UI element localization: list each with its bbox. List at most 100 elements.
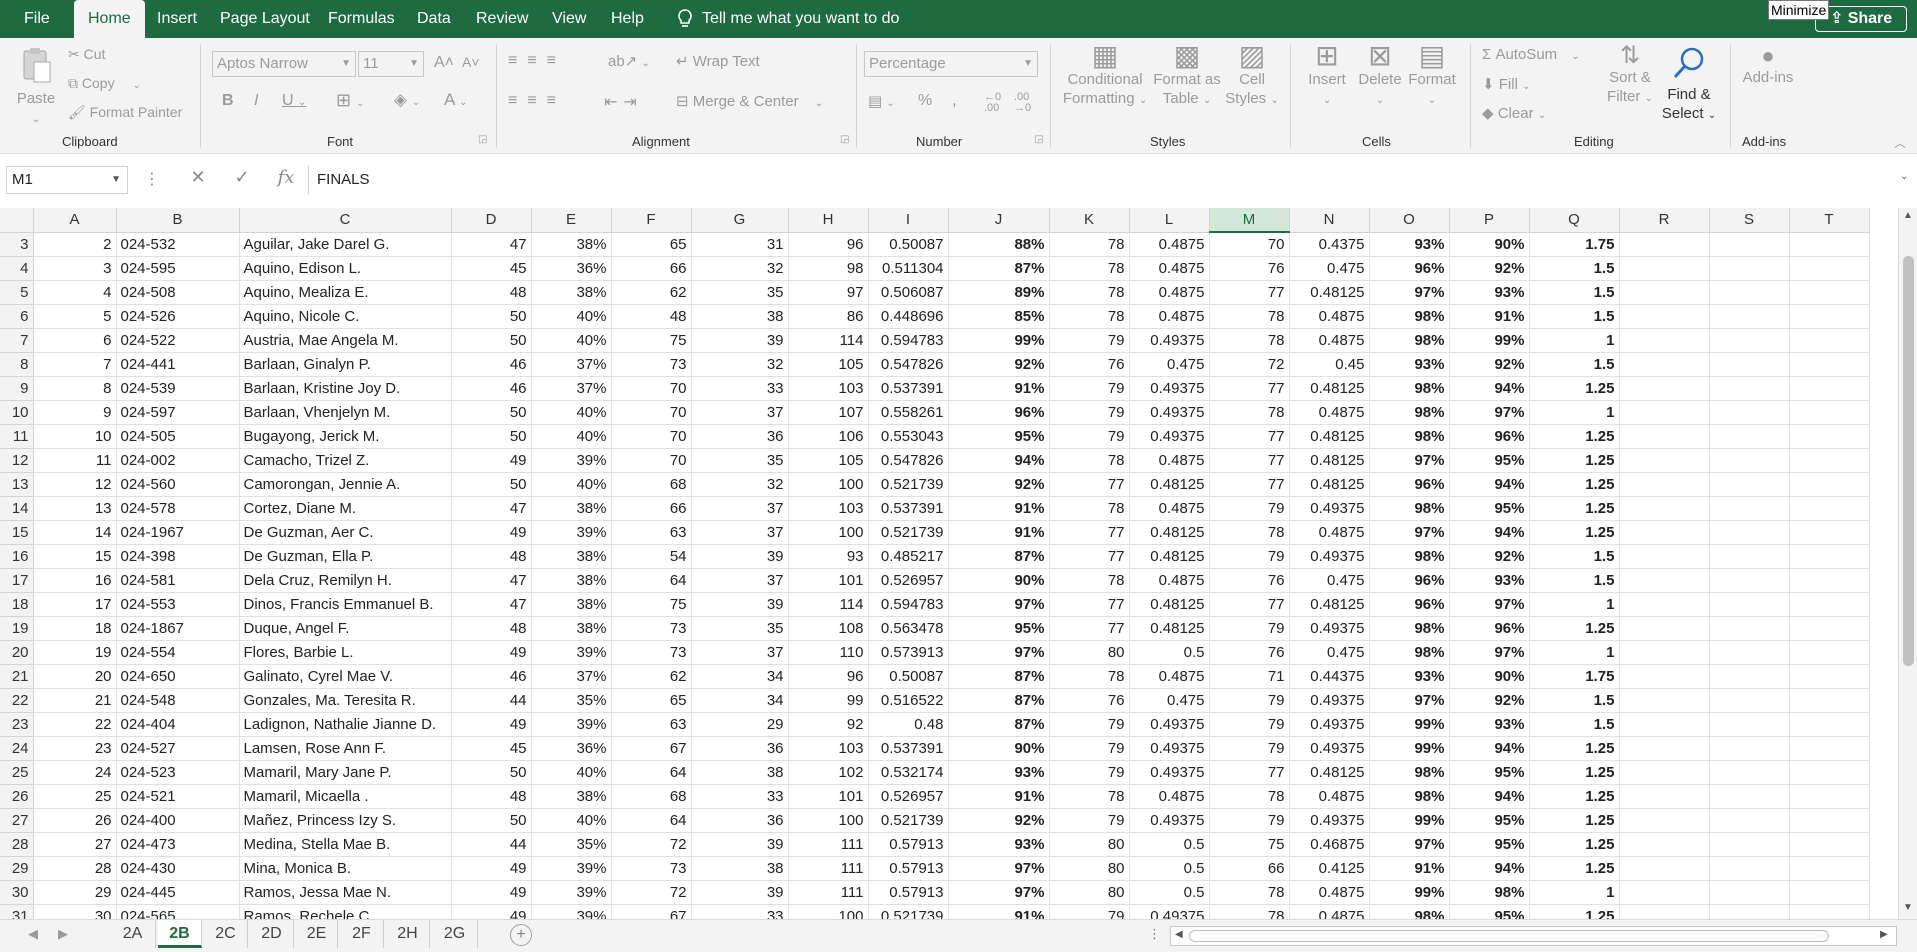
name-box[interactable]: M1 ▼ (6, 166, 128, 194)
row-header[interactable]: 17 (0, 568, 34, 593)
cell[interactable]: 70 (611, 448, 692, 473)
cell[interactable]: 32 (691, 256, 789, 281)
cell[interactable]: 114 (788, 328, 869, 353)
cell[interactable]: 11 (33, 448, 117, 473)
cell[interactable]: 0.4875 (1289, 328, 1370, 353)
column-header-a[interactable]: A (33, 208, 117, 233)
row-header[interactable]: 15 (0, 520, 34, 545)
cell[interactable]: 79 (1049, 424, 1130, 449)
cell[interactable]: 0.4875 (1129, 568, 1210, 593)
menu-data[interactable]: Data (417, 0, 451, 38)
cell[interactable]: 0.48125 (1129, 544, 1210, 569)
cell[interactable]: 33 (691, 784, 789, 809)
column-header-q[interactable]: Q (1529, 208, 1620, 233)
font-color-button[interactable]: A ⌄ (444, 90, 468, 110)
cell[interactable] (1619, 784, 1710, 809)
cell[interactable]: Mamaril, Mary Jane P. (239, 760, 452, 785)
cell[interactable]: 0.475 (1129, 688, 1210, 713)
cell[interactable]: 1.25 (1529, 616, 1620, 641)
cell[interactable]: 49 (451, 640, 532, 665)
row-header[interactable]: 30 (0, 880, 34, 905)
cell[interactable]: 024-505 (116, 424, 240, 449)
cell[interactable]: 0.48125 (1289, 280, 1370, 305)
cell[interactable] (1709, 640, 1790, 665)
cell[interactable]: 38 (691, 304, 789, 329)
autosum-button[interactable]: Σ AutoSum ⌄ (1482, 46, 1580, 63)
cell[interactable] (1789, 400, 1870, 425)
cell[interactable] (1619, 880, 1710, 905)
cell[interactable]: 77 (1209, 760, 1290, 785)
cell[interactable] (1789, 448, 1870, 473)
cell[interactable]: 0.4875 (1289, 304, 1370, 329)
cell[interactable]: 62 (611, 664, 692, 689)
cell[interactable]: 32 (691, 472, 789, 497)
cell[interactable]: 36% (531, 736, 612, 761)
cell[interactable]: 39% (531, 712, 612, 737)
cell[interactable] (1789, 856, 1870, 881)
decrease-font-button[interactable]: A˅ (462, 54, 480, 70)
cell[interactable] (1789, 352, 1870, 377)
cell[interactable]: 91% (1449, 304, 1530, 329)
cell[interactable]: 0.4875 (1129, 280, 1210, 305)
expand-formula-bar-icon[interactable]: ⌄ (1900, 171, 1908, 182)
cell[interactable]: 37% (531, 352, 612, 377)
menu-home[interactable]: Home (74, 0, 145, 38)
scroll-down-icon[interactable]: ▼ (1903, 902, 1913, 913)
cell[interactable] (1709, 880, 1790, 905)
cell[interactable]: 102 (788, 760, 869, 785)
cell[interactable]: 0.49375 (1289, 736, 1370, 761)
cell[interactable]: 0.475 (1289, 256, 1370, 281)
cell[interactable] (1789, 688, 1870, 713)
cell[interactable] (1709, 904, 1790, 919)
cell[interactable]: 79 (1209, 616, 1290, 641)
cell[interactable]: 35 (691, 616, 789, 641)
cell[interactable]: 36 (691, 808, 789, 833)
cell[interactable]: 50 (451, 328, 532, 353)
cell[interactable]: 0.48125 (1289, 592, 1370, 617)
cell[interactable]: 38% (531, 784, 612, 809)
cell[interactable]: 0.558261 (868, 400, 949, 425)
menu-view[interactable]: View (552, 0, 586, 38)
sheet-tab-2d[interactable]: 2D (250, 920, 294, 948)
cell[interactable]: 98% (1369, 640, 1450, 665)
cell[interactable]: 0.46875 (1289, 832, 1370, 857)
column-header-b[interactable]: B (116, 208, 240, 233)
sheet-tab-2b[interactable]: 2B (158, 920, 202, 948)
cell[interactable] (1789, 544, 1870, 569)
cell[interactable]: 024-581 (116, 568, 240, 593)
cell[interactable]: 108 (788, 616, 869, 641)
cell[interactable]: 78 (1049, 304, 1130, 329)
cell[interactable] (1789, 760, 1870, 785)
cell[interactable]: 0.553043 (868, 424, 949, 449)
cell[interactable]: 39 (691, 592, 789, 617)
scroll-right-icon[interactable]: ▶ (1880, 929, 1888, 940)
column-header-h[interactable]: H (788, 208, 869, 233)
cell[interactable]: 63 (611, 712, 692, 737)
cell[interactable]: 79 (1049, 808, 1130, 833)
row-header[interactable]: 13 (0, 472, 34, 497)
cell[interactable]: 66 (1209, 856, 1290, 881)
cell[interactable]: 0.506087 (868, 280, 949, 305)
cell[interactable]: 99 (788, 688, 869, 713)
cell[interactable]: 89% (948, 280, 1050, 305)
cell[interactable]: 97% (1369, 832, 1450, 857)
cell[interactable]: 90% (1449, 664, 1530, 689)
cell[interactable] (1619, 232, 1710, 257)
row-header[interactable]: 27 (0, 808, 34, 833)
vertical-scrollbar[interactable]: ▲ ▼ (1898, 208, 1917, 919)
cell[interactable]: 0.57913 (868, 856, 949, 881)
cell[interactable] (1619, 856, 1710, 881)
cell[interactable]: 36% (531, 256, 612, 281)
column-header-i[interactable]: I (868, 208, 949, 233)
cell[interactable]: 0.49375 (1129, 400, 1210, 425)
cell[interactable] (1709, 544, 1790, 569)
cell[interactable]: 95% (948, 424, 1050, 449)
cell[interactable]: Aquino, Edison L. (239, 256, 452, 281)
cell[interactable]: 97% (1449, 592, 1530, 617)
cell[interactable] (1619, 448, 1710, 473)
cell[interactable]: 95% (1449, 496, 1530, 521)
format-painter-button[interactable]: 🖌 Format Painter (68, 104, 182, 121)
cell[interactable] (1619, 904, 1710, 919)
cell[interactable]: 024-522 (116, 328, 240, 353)
cell[interactable]: 70 (611, 424, 692, 449)
